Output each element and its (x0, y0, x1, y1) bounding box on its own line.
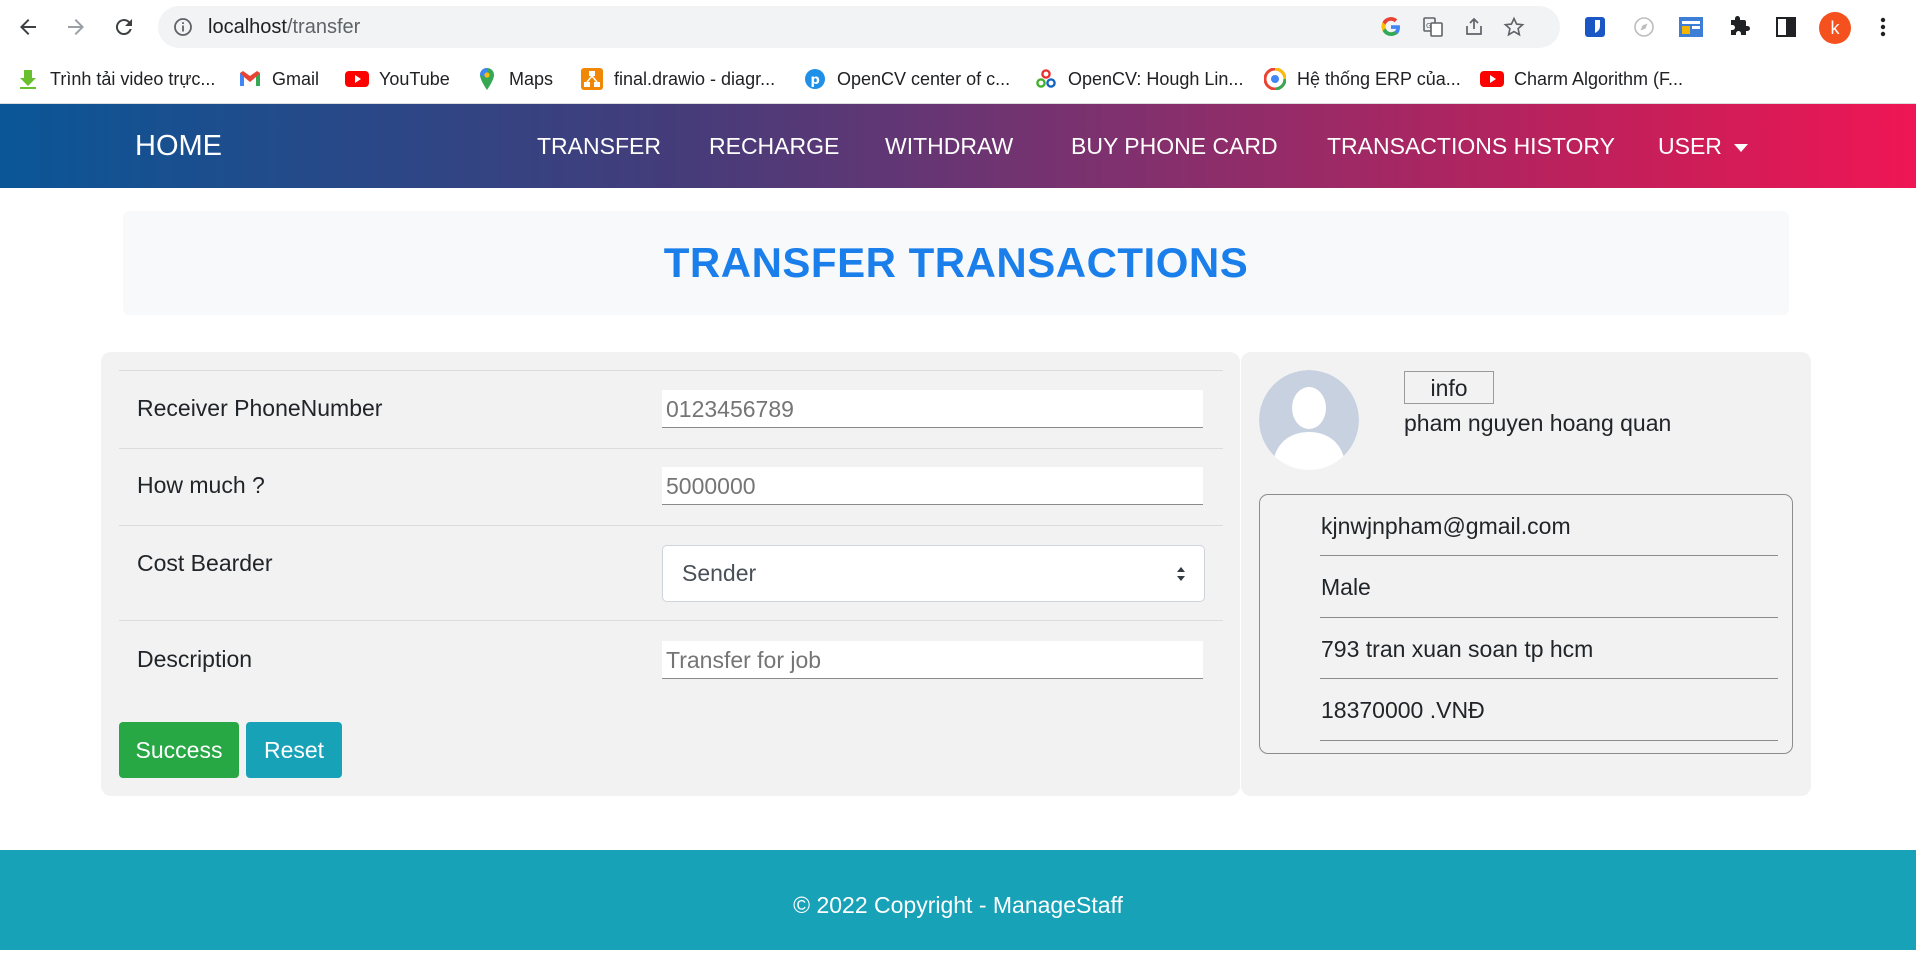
extensions-puzzle-icon[interactable] (1724, 12, 1754, 42)
info-divider (1320, 678, 1778, 679)
back-arrow-icon[interactable] (13, 12, 43, 42)
bookmark-item[interactable]: Charm Algorithm (F... (1480, 65, 1683, 93)
download-arrow-icon (16, 67, 40, 91)
amount-input[interactable] (662, 467, 1203, 505)
side-panel-icon[interactable] (1771, 12, 1801, 42)
profile-avatar[interactable]: k (1819, 12, 1851, 44)
bookmark-label: Maps (509, 68, 554, 89)
bookmark-item[interactable]: Hệ thống ERP của... (1263, 65, 1461, 93)
avatar (1259, 370, 1359, 470)
url-text[interactable]: localhost/transfer (208, 6, 360, 48)
profile-gender: Male (1321, 574, 1371, 600)
nav-user-dropdown[interactable]: USER (1658, 104, 1748, 188)
page-title-banner: TRANSFER TRANSACTIONS (123, 211, 1789, 315)
select-arrows-icon (1177, 567, 1185, 581)
bookmark-label: OpenCV: Hough Lin... (1068, 68, 1244, 89)
browser-toolbar: localhost/transfer G k (0, 0, 1916, 55)
compass-extension-icon[interactable] (1629, 12, 1659, 42)
cost-bearer-label: Cost Bearder (137, 550, 273, 576)
bookmark-item[interactable]: YouTube (345, 65, 450, 93)
bookmark-item[interactable]: final.drawio - diagr... (580, 65, 775, 93)
translate-icon[interactable]: G (1420, 14, 1446, 40)
nav-recharge-link[interactable]: RECHARGE (709, 104, 839, 188)
app-navbar: HOME TRANSFER RECHARGE WITHDRAW BUY PHON… (0, 104, 1916, 188)
gmail-icon (238, 67, 262, 91)
profile-address: 793 tran xuan soan tp hcm (1321, 636, 1594, 662)
google-icon[interactable] (1378, 14, 1404, 40)
info-divider (1320, 617, 1778, 618)
bookmark-item[interactable]: Maps (475, 65, 553, 93)
maps-icon (475, 67, 499, 91)
bookmarks-bar: Trình tải video trực... Gmail YouTube Ma… (0, 55, 1916, 104)
drawio-icon (580, 67, 604, 91)
p-logo-icon: p (803, 67, 827, 91)
svg-text:p: p (811, 73, 820, 88)
bookmark-label: Charm Algorithm (F... (1514, 68, 1684, 89)
success-button[interactable]: Success (119, 722, 239, 778)
address-bar[interactable]: localhost/transfer G (158, 6, 1560, 48)
amount-label: How much ? (137, 472, 265, 498)
row-divider (119, 448, 1223, 449)
bookmark-label: YouTube (379, 68, 450, 89)
svg-text:G: G (1426, 22, 1431, 30)
caret-down-icon (1733, 143, 1748, 152)
bookmark-star-icon[interactable] (1501, 14, 1527, 40)
footer-copyright: © 2022 Copyright - ManageStaff (793, 892, 1123, 918)
info-divider (1320, 740, 1778, 741)
bitwarden-extension-icon[interactable] (1580, 12, 1610, 42)
youtube-icon (345, 67, 369, 91)
bookmark-label: Gmail (272, 68, 320, 89)
info-divider (1320, 555, 1778, 556)
row-divider (119, 620, 1223, 621)
cost-bearer-select[interactable]: Sender (662, 545, 1205, 602)
bookmark-item[interactable]: Gmail (238, 65, 319, 93)
share-icon[interactable] (1461, 14, 1487, 40)
cost-bearer-value: Sender (682, 560, 757, 586)
youtube-icon (1480, 67, 1504, 91)
erp-icon (1263, 67, 1287, 91)
bookmark-item[interactable]: p OpenCV center of c... (803, 65, 1010, 93)
bookmark-item[interactable]: Trình tải video trực... (16, 65, 215, 93)
bookmark-item[interactable]: OpenCV: Hough Lin... (1034, 65, 1243, 93)
site-info-icon[interactable] (170, 14, 196, 40)
notes-extension-icon[interactable] (1676, 12, 1706, 42)
bookmark-label: OpenCV center of c... (837, 68, 1011, 89)
menu-dots-icon[interactable] (1868, 12, 1898, 42)
description-label: Description (137, 646, 253, 672)
nav-home-link[interactable]: HOME (135, 104, 222, 188)
reset-button[interactable]: Reset (246, 722, 342, 778)
bookmark-label: Trình tải video trực... (50, 68, 216, 89)
bookmark-label: final.drawio - diagr... (614, 68, 776, 89)
opencv-icon (1034, 67, 1058, 91)
receiver-phone-input[interactable] (662, 390, 1203, 428)
profile-email: kjnwjnpham@gmail.com (1321, 513, 1571, 539)
forward-arrow-icon[interactable] (61, 12, 91, 42)
nav-buy-phone-card-link[interactable]: BUY PHONE CARD (1071, 104, 1278, 188)
profile-name: pham nguyen hoang quan (1404, 410, 1672, 436)
description-input[interactable] (662, 641, 1203, 679)
reload-icon[interactable] (109, 12, 139, 42)
nav-transactions-history-link[interactable]: TRANSACTIONS HISTORY (1327, 104, 1615, 188)
nav-transfer-link[interactable]: TRANSFER (537, 104, 661, 188)
profile-balance: 18370000 .VNĐ (1321, 697, 1485, 723)
receiver-phone-label: Receiver PhoneNumber (137, 395, 383, 421)
nav-withdraw-link[interactable]: WITHDRAW (885, 104, 1013, 188)
footer: © 2022 Copyright - ManageStaff (0, 850, 1916, 950)
bookmark-label: Hệ thống ERP của... (1297, 68, 1461, 89)
nav-user-label: USER (1658, 133, 1722, 159)
row-divider (119, 525, 1223, 526)
page-title: TRANSFER TRANSACTIONS (663, 239, 1249, 286)
user-silhouette-icon (1259, 370, 1359, 470)
row-divider (119, 370, 1223, 371)
info-button[interactable]: info (1404, 371, 1494, 404)
